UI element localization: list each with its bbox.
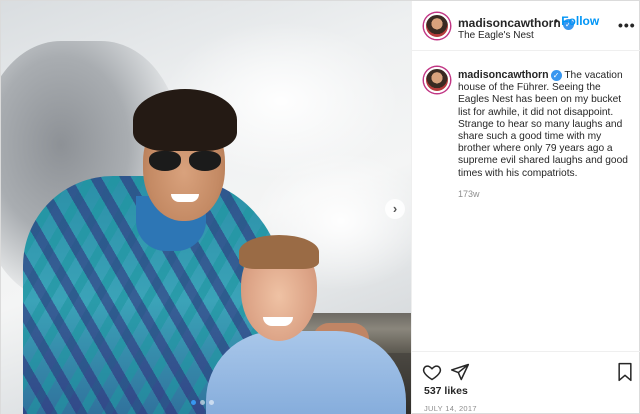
caption-avatar[interactable]	[424, 67, 450, 93]
photo-person-left-hair	[133, 89, 237, 151]
post-photo[interactable]: ›	[1, 1, 411, 414]
carousel-dot	[200, 400, 205, 405]
follow-button[interactable]: • Follow	[554, 14, 599, 28]
send-icon[interactable]	[450, 362, 470, 382]
caption-text: The vacation house of the Führer. Seeing…	[458, 70, 628, 179]
post-date: JULY 14, 2017	[424, 404, 477, 413]
sunglasses	[149, 151, 223, 171]
heart-icon[interactable]	[422, 362, 442, 382]
caption-age: 173w	[458, 189, 480, 199]
post-header: madisoncawthorn ✓ • Follow The Eagle's Nes…	[412, 1, 640, 51]
location-link[interactable]: The Eagle's Nest	[458, 30, 534, 41]
carousel-dot	[209, 400, 214, 405]
more-options-icon[interactable]: •••	[618, 17, 636, 33]
likes-count[interactable]: 537 likes	[424, 385, 468, 397]
instagram-post: › madisoncawthorn ✓ • Follow The Eagle's N…	[0, 0, 640, 414]
photo-person-right-shirt	[206, 331, 406, 414]
post-caption: madisoncawthorn ✓ The vacation house of t…	[458, 69, 632, 180]
verified-badge-icon: ✓	[550, 70, 562, 81]
caption-username[interactable]: madisoncawthorn	[458, 69, 549, 81]
photo-person-right-smile	[263, 317, 293, 326]
post-actions: 537 likes JULY 14, 2017	[412, 351, 640, 414]
carousel-dot	[191, 400, 196, 405]
separator-dot: •	[554, 14, 559, 28]
carousel-next-button[interactable]: ›	[385, 199, 405, 219]
bookmark-icon[interactable]	[616, 362, 634, 382]
photo-person-left-smile	[171, 194, 199, 202]
follow-label[interactable]: Follow	[561, 14, 599, 28]
carousel-indicator	[191, 400, 214, 406]
post-side-panel: madisoncawthorn ✓ • Follow The Eagle's Nes…	[411, 1, 640, 414]
avatar[interactable]	[424, 13, 450, 39]
header-username[interactable]: madisoncawthorn	[458, 16, 561, 30]
photo-person-right-hair	[239, 235, 319, 269]
